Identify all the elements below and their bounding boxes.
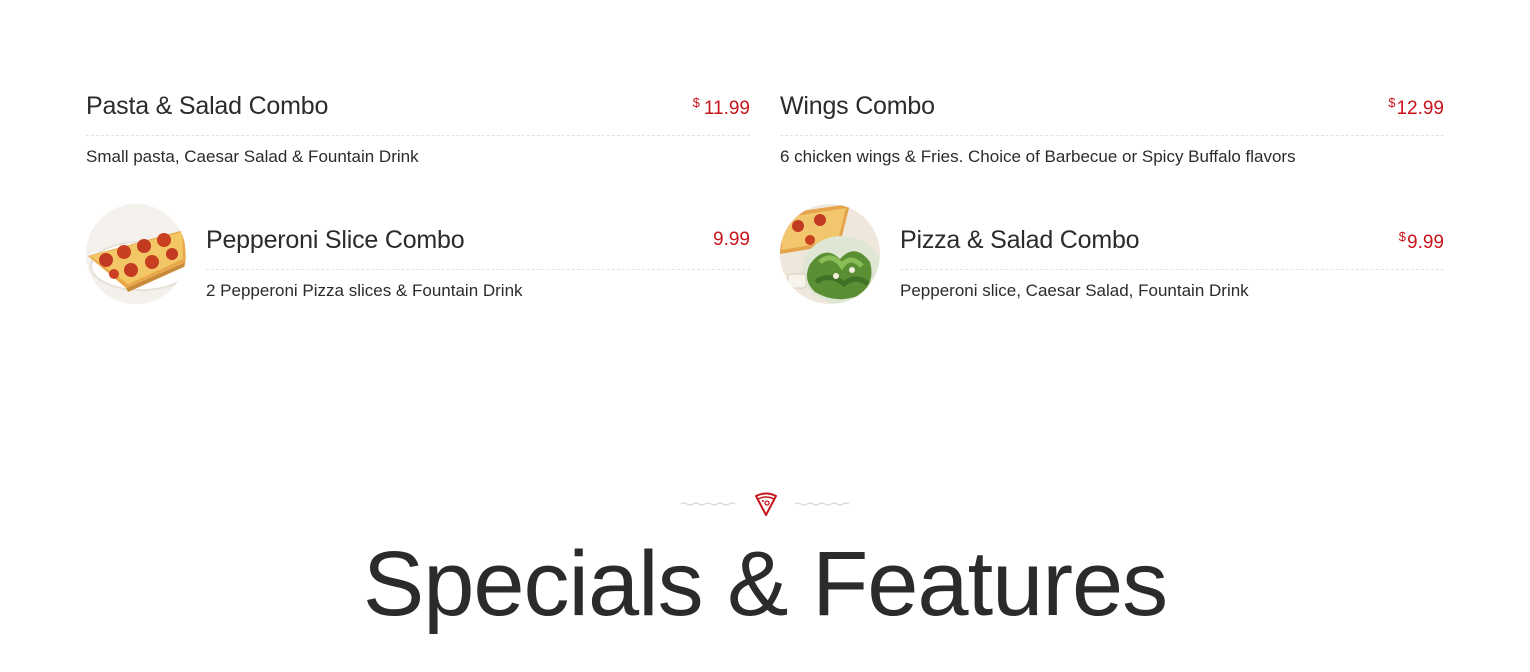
wavy-line-left <box>681 502 736 506</box>
currency-symbol: $ <box>1398 229 1407 244</box>
specials-heading: Specials & Features <box>362 533 1168 635</box>
menu-item-body: Pepperoni Slice Combo 9.99 2 Pepperoni P… <box>206 222 750 301</box>
menu-item-price: 9.99 <box>713 229 750 250</box>
pepperoni-pizza-slice-image[interactable] <box>86 204 186 304</box>
currency-symbol: $ <box>1388 95 1396 110</box>
menu-item-description: 2 Pepperoni Pizza slices & Fountain Drin… <box>206 281 523 300</box>
pepperoni-pizza-icon <box>86 204 186 304</box>
menu-item-price: $11.99 <box>693 95 750 120</box>
menu-item-wings-combo: Wings Combo $12.99 6 chicken wings & Fri… <box>780 88 1444 167</box>
menu-item-pasta-salad-combo: Pasta & Salad Combo $11.99 Small pasta, … <box>86 88 750 167</box>
wavy-line-right <box>794 502 849 506</box>
price-value: 11.99 <box>703 98 750 119</box>
menu-item-description: 6 chicken wings & Fries. Choice of Barbe… <box>780 147 1296 166</box>
section-divider <box>681 489 849 519</box>
menu-item-body: Pizza & Salad Combo $9.99 Pepperoni slic… <box>900 222 1444 301</box>
menu-item-description: Pepperoni slice, Caesar Salad, Fountain … <box>900 281 1249 300</box>
menu-item-header: Pizza & Salad Combo $9.99 <box>900 222 1444 270</box>
menu-item-pizza-salad-combo: Pizza & Salad Combo $9.99 Pepperoni slic… <box>780 204 1444 322</box>
menu-item-name: Wings Combo <box>780 92 935 120</box>
menu-item-header: Pepperoni Slice Combo 9.99 <box>206 222 750 270</box>
pizza-slice-icon <box>755 492 777 516</box>
pizza-salad-icon <box>780 204 880 304</box>
menu-item-price: $12.99 <box>1388 95 1444 120</box>
price-value: 9.99 <box>1407 232 1444 253</box>
pizza-and-salad-image[interactable] <box>780 204 880 304</box>
menu-item-pepperoni-slice-combo: Pepperoni Slice Combo 9.99 2 Pepperoni P… <box>86 204 750 322</box>
currency-symbol: $ <box>692 95 700 110</box>
menu-item-header: Wings Combo $12.99 <box>780 88 1444 136</box>
menu-item-name: Pizza & Salad Combo <box>900 226 1140 254</box>
divider-ornament <box>681 492 849 516</box>
menu-item-name: Pasta & Salad Combo <box>86 92 329 120</box>
menu-item-name: Pepperoni Slice Combo <box>206 226 465 254</box>
menu-item-header: Pasta & Salad Combo $11.99 <box>86 88 750 136</box>
menu-item-price: $9.99 <box>1399 229 1444 254</box>
price-value: 12.99 <box>1396 98 1444 119</box>
menu-item-description: Small pasta, Caesar Salad & Fountain Dri… <box>86 147 419 166</box>
